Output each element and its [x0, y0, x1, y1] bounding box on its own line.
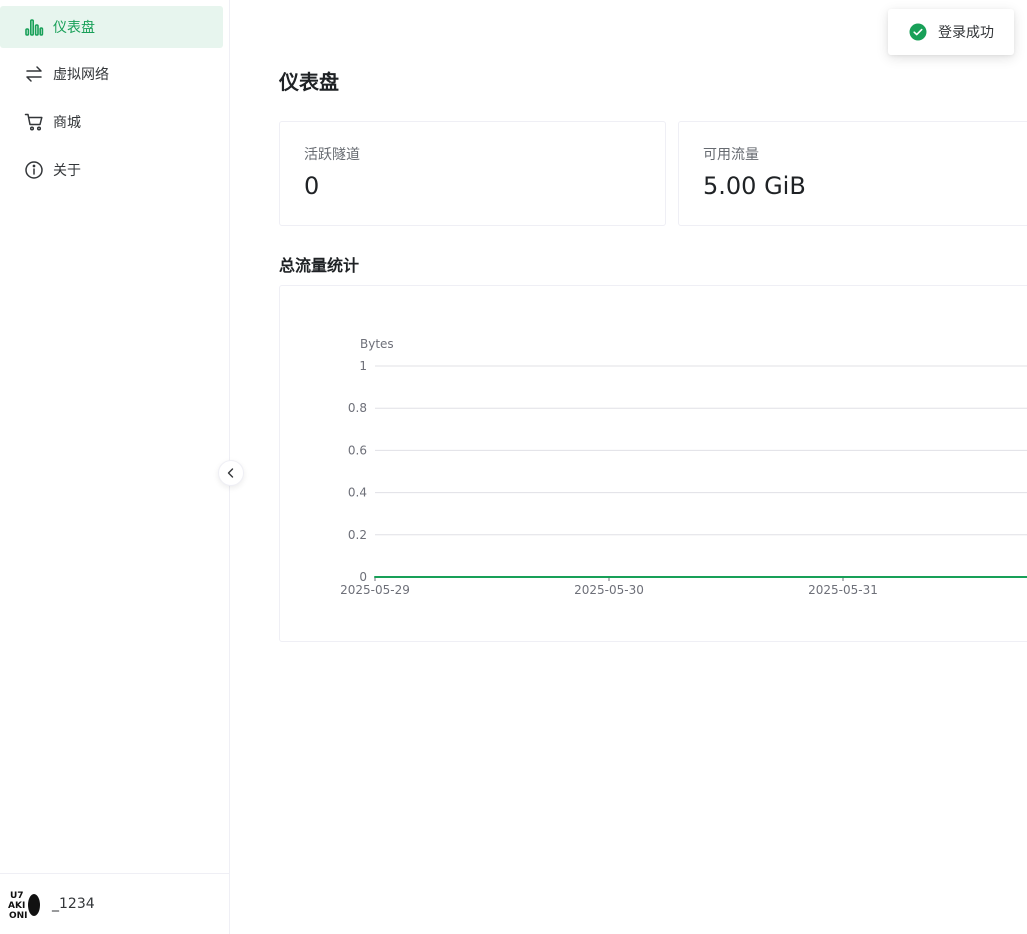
y-tick-label: 1 [359, 359, 367, 373]
svg-text:AKI: AKI [8, 901, 25, 911]
sidebar-item-shop[interactable]: 商城 [0, 101, 223, 143]
sidebar-item-dashboard[interactable]: 仪表盘 [0, 6, 223, 48]
x-tick-label: 2025-05-31 [808, 583, 878, 597]
traffic-chart-card: Bytes 0 0.2 0.4 0.6 0.8 1 2025-05-29 2025-05-30 2… [279, 285, 1027, 642]
sidebar-item-label: 虚拟网络 [53, 67, 109, 83]
bar-chart-icon [24, 17, 44, 37]
x-tick-label: 2025-05-30 [574, 583, 644, 597]
sidebar-item-virtual-network[interactable]: 虚拟网络 [0, 53, 223, 95]
data-point [608, 576, 610, 578]
stat-value: 0 [304, 172, 320, 200]
y-tick-label: 0 [359, 570, 367, 584]
chevron-left-icon [227, 468, 234, 478]
sidebar: 仪表盘 虚拟网络 商城 关于 U7 AKI ONI _1234 [0, 0, 230, 934]
sidebar-item-label: 关于 [53, 163, 81, 179]
page-title: 仪表盘 [279, 70, 339, 94]
stat-card-active-tunnels: 活跃隧道 0 [279, 121, 666, 226]
stat-label: 活跃隧道 [304, 147, 360, 163]
data-point [374, 576, 376, 578]
username: _1234 [52, 896, 95, 912]
data-point [842, 576, 844, 578]
svg-text:ONI: ONI [9, 911, 28, 921]
stat-label: 可用流量 [703, 147, 759, 163]
user-footer[interactable]: U7 AKI ONI _1234 [0, 873, 230, 934]
stat-card-available-traffic: 可用流量 5.00 GiB [678, 121, 1027, 226]
sidebar-item-label: 仪表盘 [53, 20, 95, 36]
sidebar-item-about[interactable]: 关于 [0, 149, 223, 191]
y-axis-label: Bytes [360, 337, 394, 351]
cart-icon [24, 112, 44, 132]
toast-notification: 登录成功 [888, 9, 1014, 55]
info-icon [24, 160, 44, 180]
avatar[interactable]: U7 AKI ONI [8, 887, 42, 921]
y-tick-label: 0.4 [348, 486, 367, 500]
sidebar-item-label: 商城 [53, 115, 81, 131]
swap-arrows-icon [24, 64, 44, 84]
check-circle-icon [909, 23, 927, 41]
stat-value: 5.00 GiB [703, 172, 806, 200]
y-tick-label: 0.2 [348, 528, 367, 542]
svg-text:U7: U7 [10, 891, 24, 901]
x-tick-label: 2025-05-29 [340, 583, 410, 597]
traffic-chart: Bytes 0 0.2 0.4 0.6 0.8 1 2025-05-29 2025-05-30 2… [340, 337, 1027, 597]
y-tick-label: 0.6 [348, 443, 367, 457]
section-title: 总流量统计 [279, 256, 360, 275]
toast-text: 登录成功 [938, 25, 994, 41]
collapse-sidebar-button[interactable] [218, 460, 244, 486]
y-tick-label: 0.8 [348, 401, 367, 415]
